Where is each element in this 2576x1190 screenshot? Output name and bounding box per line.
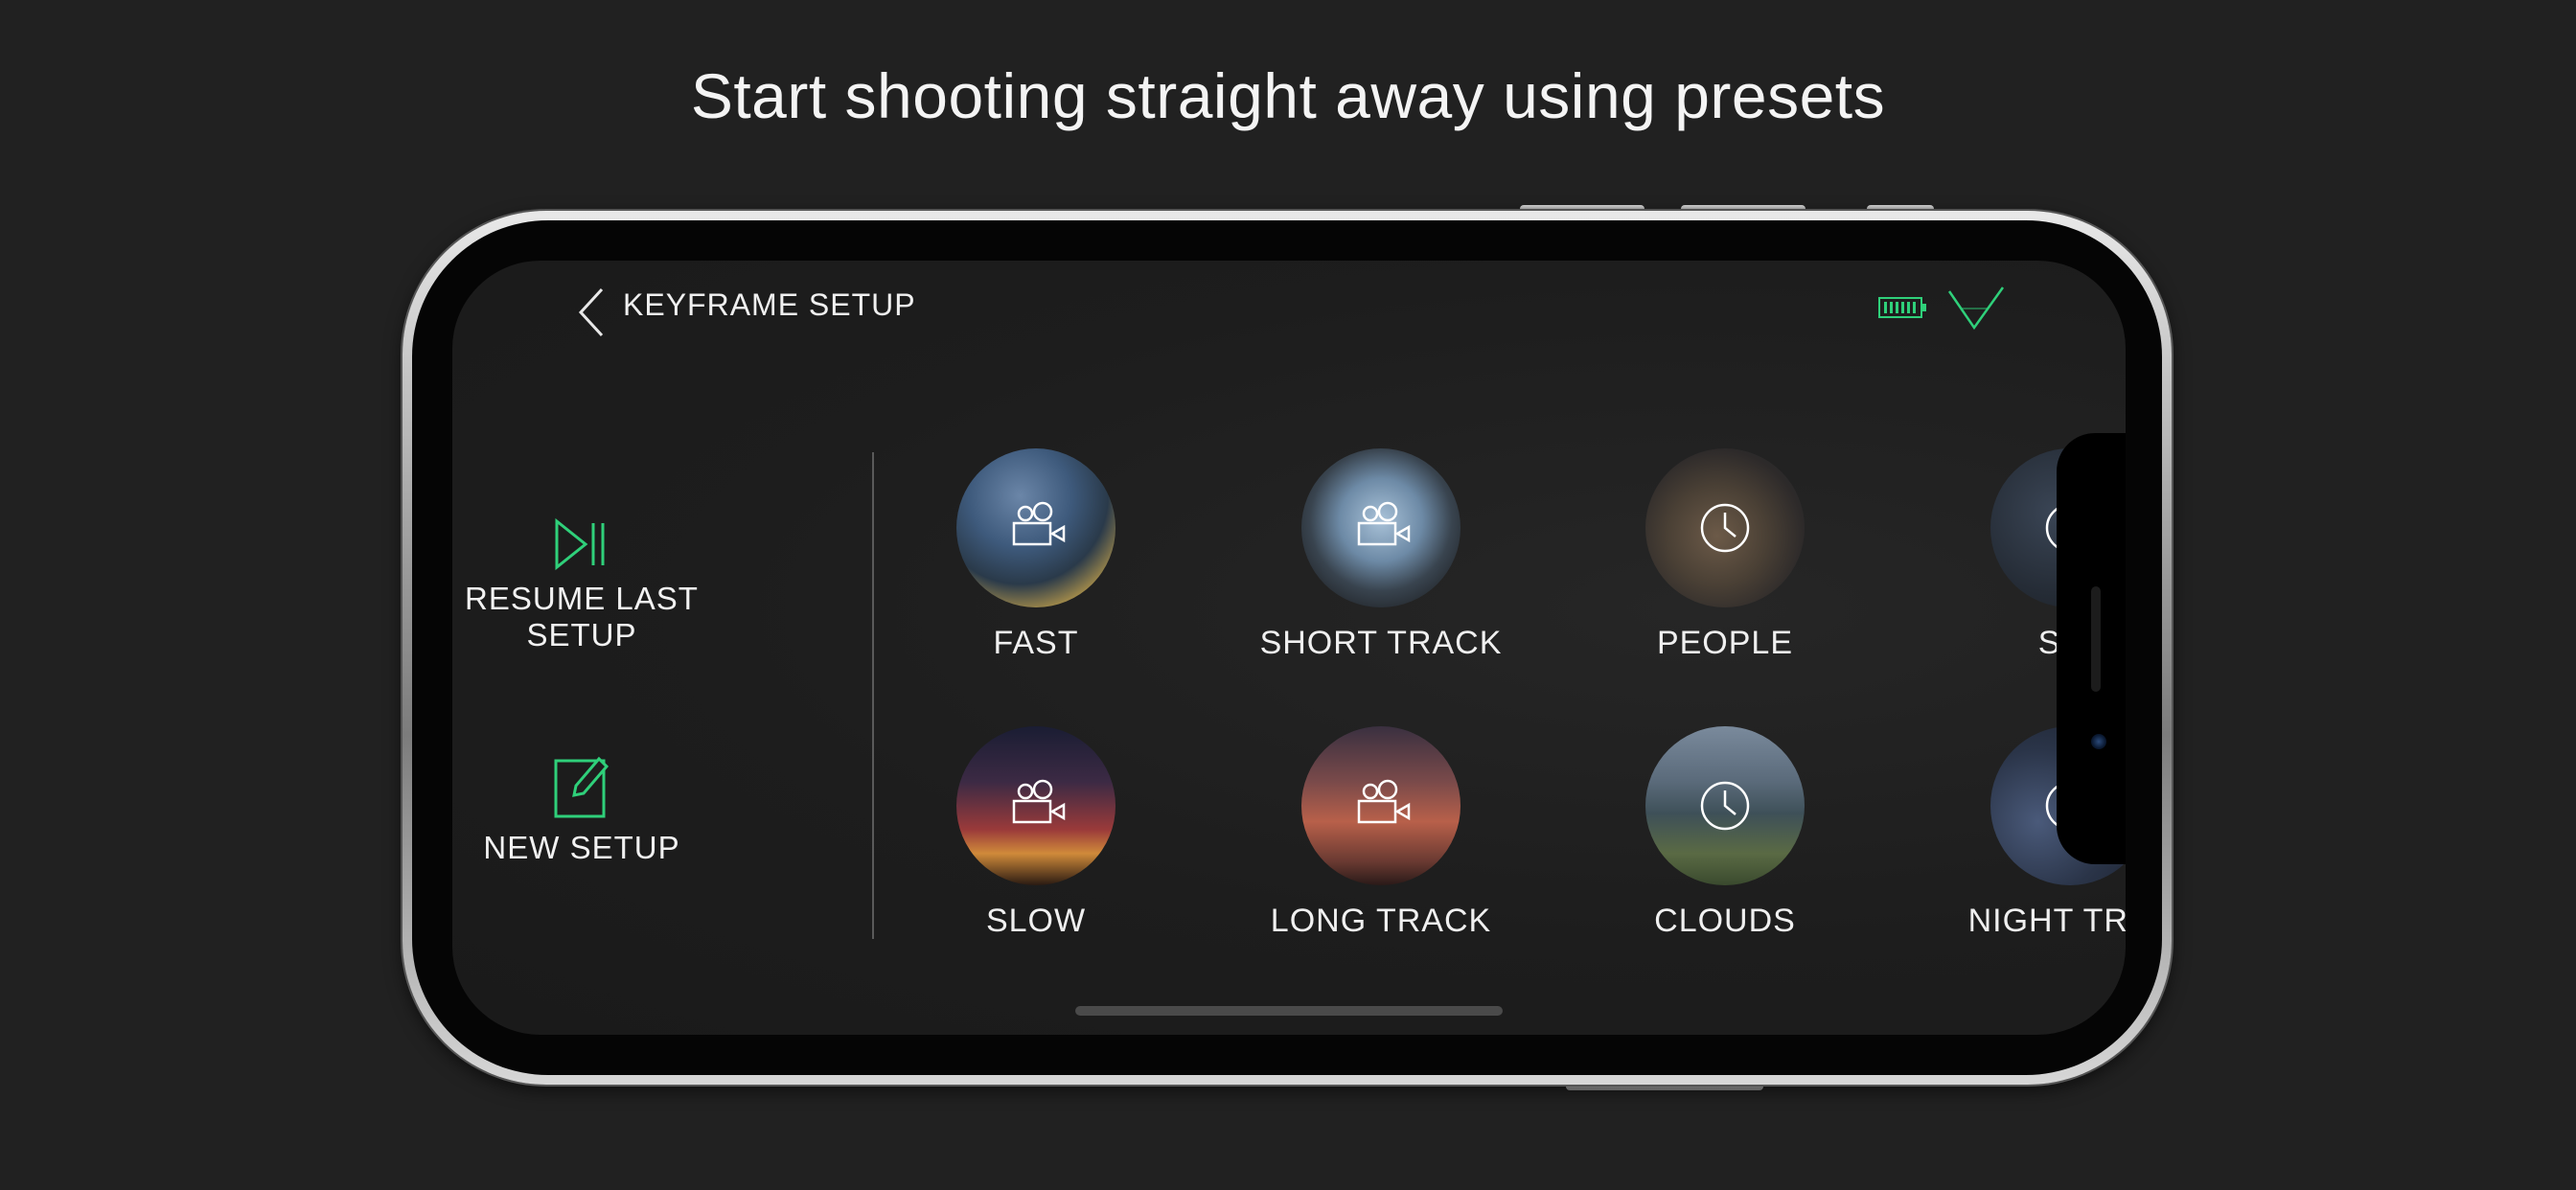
- resume-last-setup-label: RESUME LAST SETUP: [465, 581, 699, 652]
- preset-thumbnail: [1301, 448, 1460, 607]
- video-camera-icon: [1012, 779, 1066, 824]
- earpiece-speaker: [2091, 586, 2101, 692]
- preset-thumbnail: [956, 726, 1116, 885]
- preset-fast[interactable]: FAST: [902, 448, 1170, 662]
- preset-thumbnail: [956, 448, 1116, 607]
- clock-icon: [1700, 781, 1750, 831]
- new-setup-button[interactable]: NEW SETUP: [452, 753, 754, 866]
- preset-thumbnail: [1645, 726, 1805, 885]
- preset-label: CLOUDS: [1654, 903, 1796, 939]
- back-chevron-icon[interactable]: [575, 284, 613, 341]
- headline: Start shooting straight away using prese…: [690, 60, 1886, 131]
- preset-label: LONG TRACK: [1270, 903, 1492, 939]
- phone-notch: [2057, 433, 2126, 864]
- edit-icon: [554, 756, 610, 818]
- video-camera-icon: [1012, 501, 1066, 546]
- preset-clouds[interactable]: CLOUDS: [1591, 726, 1859, 940]
- preset-thumbnail: [1645, 448, 1805, 607]
- video-camera-icon: [1357, 501, 1411, 546]
- preset-label: SHORT TRACK: [1259, 625, 1503, 661]
- new-setup-label: NEW SETUP: [483, 830, 680, 865]
- battery-icon: [1878, 297, 1926, 318]
- preset-slow[interactable]: SLOW: [902, 726, 1170, 940]
- preset-short-track[interactable]: SHORT TRACK: [1247, 448, 1515, 662]
- home-indicator[interactable]: [1075, 1006, 1503, 1016]
- video-camera-icon: [1357, 779, 1411, 824]
- brand-logo-icon: [1947, 286, 2005, 331]
- preset-people[interactable]: PEOPLE: [1591, 448, 1859, 662]
- vertical-divider: [872, 452, 874, 939]
- clock-icon: [1700, 503, 1750, 553]
- preset-label: PEOPLE: [1656, 625, 1794, 661]
- front-camera-icon: [2091, 734, 2106, 749]
- app-screen: KEYFRAME SETUP RESUME LAST SETUP NEW SET…: [452, 261, 2126, 1035]
- preset-long-track[interactable]: LONG TRACK: [1247, 726, 1515, 940]
- play-pause-icon: [555, 517, 605, 571]
- page-title: KEYFRAME SETUP: [623, 287, 916, 322]
- preset-thumbnail: [1301, 726, 1460, 885]
- preset-label: NIGHT TRAF: [1967, 903, 2126, 939]
- preset-label: SLOW: [985, 903, 1087, 939]
- preset-label: FAST: [993, 625, 1079, 661]
- resume-last-setup-button[interactable]: RESUME LAST SETUP: [452, 517, 754, 653]
